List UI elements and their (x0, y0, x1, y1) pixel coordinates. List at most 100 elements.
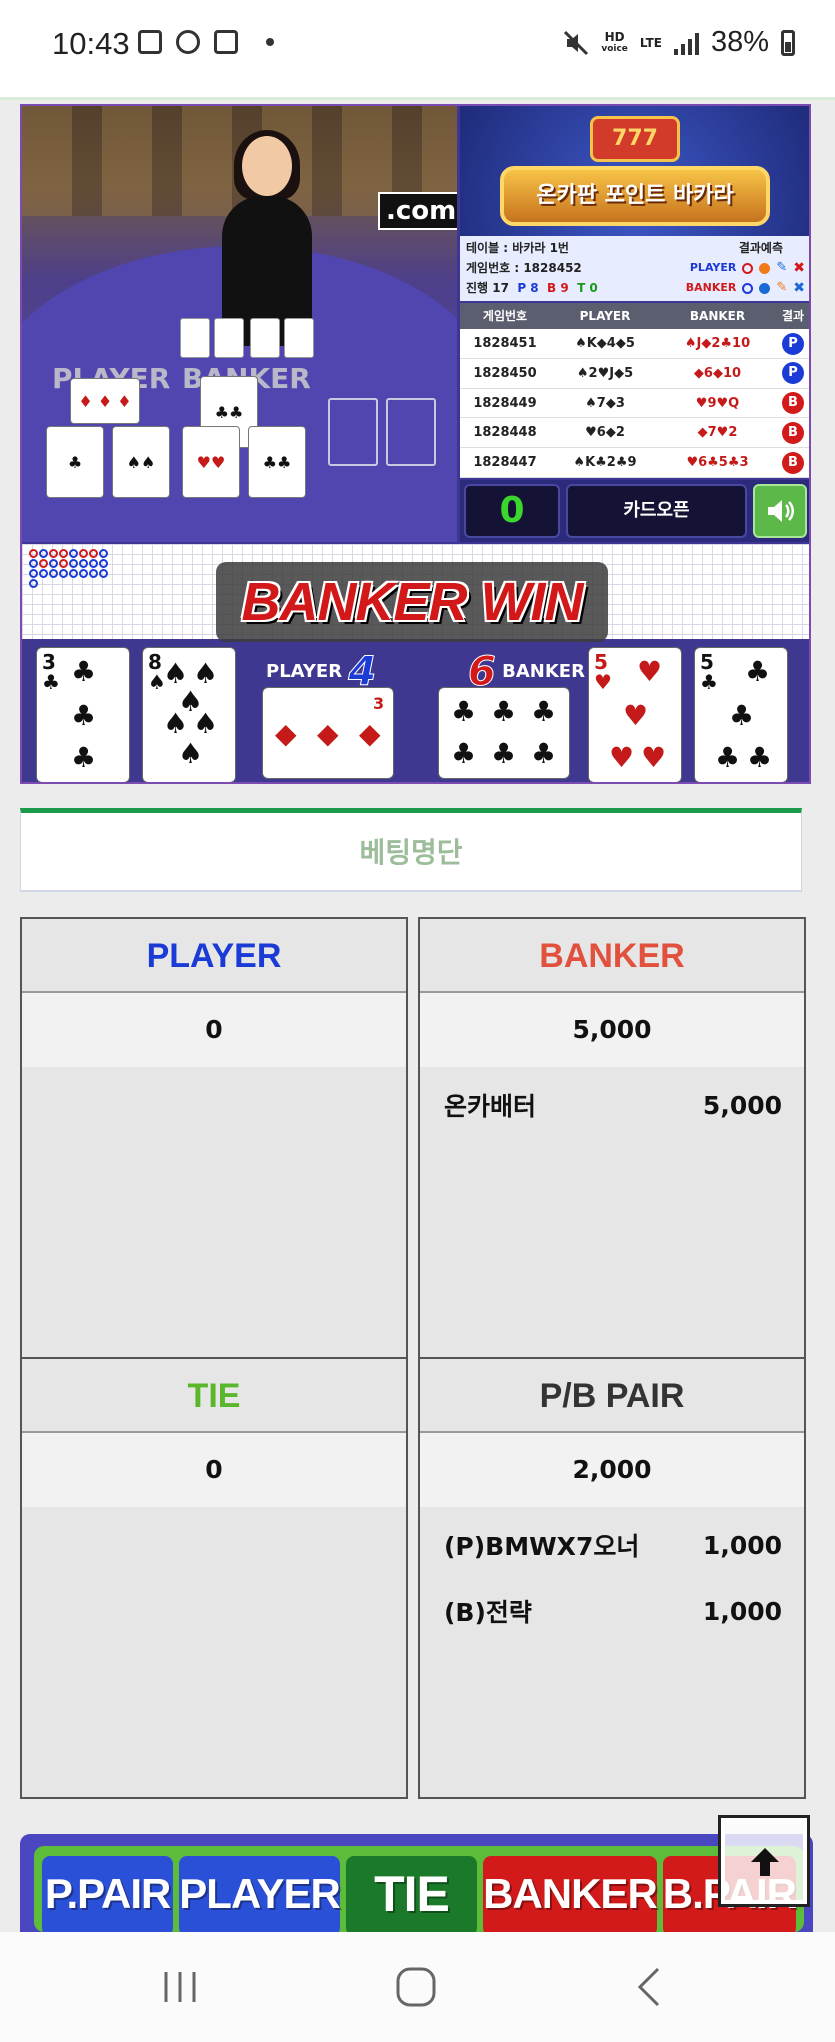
list-item: 온카배터 5,000 (420, 1067, 804, 1143)
podcast-icon (176, 30, 200, 54)
dealer-card (250, 318, 280, 358)
slot-machine-icon: 777 (590, 116, 680, 162)
panel-title: BANKER (420, 919, 804, 993)
card-count: 0 (464, 484, 560, 538)
panel-total: 2,000 (420, 1433, 804, 1507)
promo-title: 온카판 포인트 바카라 (500, 166, 770, 226)
win-banner: BANKER WIN (216, 562, 608, 642)
panel-total: 0 (22, 993, 406, 1067)
revealed-cards: 3 ♣ ♣ ♣ ♣ 8 ♠ ♠ ♠ ♠ ♠ ♠ ♠ PLAYER 4 ◆ ◆ ◆ 3… (22, 639, 809, 782)
bet-amount: 1,000 (702, 1596, 782, 1626)
home-icon (396, 1967, 436, 2007)
table-info: 테이블 : 바카라 1번 결과예측 게임번호 : 1828452 PLAYER … (460, 236, 809, 301)
status-bar: 10:43 HD voice LTE 38% (0, 0, 835, 100)
panel-total: 5,000 (420, 993, 804, 1067)
tie-bets-panel: TIE 0 (20, 1357, 408, 1799)
table-card: ♦ ♦ ♦ (70, 378, 140, 424)
circle-icon (742, 282, 754, 294)
banker-bets-panel: BANKER 5,000 온카배터 5,000 (418, 917, 806, 1359)
android-nav-bar (0, 1932, 835, 2042)
hd-voice-icon: HD voice (601, 29, 628, 54)
result-badge: P (782, 362, 804, 385)
bettor-name: 온카배터 (444, 1092, 537, 1121)
recent-apps-button[interactable] (150, 1962, 210, 2012)
tie-bet-button[interactable]: TIE (345, 1856, 478, 1932)
bet-button-bar: P.PAIR PLAYER TIE BANKER B.PAIR (20, 1834, 813, 1932)
panel-title: TIE (22, 1359, 406, 1433)
win-text: BANKER WIN (241, 572, 584, 632)
table-row: 1828451 ♠K◆4◆5 ♠J◆2♣10 P (460, 329, 809, 359)
panel-total: 0 (22, 1433, 406, 1507)
dealer-video: .com PLAYER BANKER ♦ ♦ ♦ ♣♣ ♣ ♠♠ ♥♥ ♣♣ (22, 106, 457, 542)
player-card-1: 3 ♣ ♣ ♣ ♣ (36, 647, 130, 782)
banker-prediction[interactable]: BANKER ✎ ✖ (686, 278, 805, 298)
more-notifications-icon (266, 38, 274, 46)
banker-bet-button[interactable]: BANKER (483, 1856, 658, 1932)
dot-icon (759, 282, 771, 294)
game-controls: 0 카드오픈 (460, 480, 809, 542)
dot-icon (759, 262, 771, 274)
result-badge: B (782, 392, 804, 415)
empty-card-slot (328, 398, 378, 466)
table-row: 1828450 ♠2♥J◆5 ◆6◆10 P (460, 359, 809, 389)
panel-title: P/B PAIR (420, 1359, 804, 1433)
table-card: ♣ (46, 426, 104, 498)
mute-icon (564, 30, 589, 55)
notification-icons (138, 30, 274, 54)
card-open-button[interactable]: 카드오픈 (566, 484, 747, 538)
scroll-top-button[interactable] (718, 1815, 810, 1907)
player-card-3: ◆ ◆ ◆ 3 (262, 687, 394, 779)
signal-icon (673, 31, 699, 55)
circle-icon (742, 262, 754, 274)
bet-amount: 5,000 (702, 1090, 782, 1120)
results-table: 게임번호 PLAYER BANKER 결과 1828451 ♠K◆4◆5 ♠J◆2♣… (460, 303, 809, 478)
table-row: 1828447 ♠K♣2♣9 ♥6♣5♣3 B (460, 448, 809, 478)
bettor-name: (B)전략 (444, 1598, 532, 1627)
arrow-up-icon (751, 1848, 779, 1876)
result-badge: B (782, 421, 804, 444)
road-markers (28, 548, 108, 588)
banker-card-3: 5 ♣ ♣ ♣ ♣ ♣ (694, 647, 788, 782)
x-icon: ✖ (793, 260, 805, 276)
pencil-icon: ✎ (776, 280, 788, 295)
empty-card-slot (386, 398, 436, 466)
list-item: (B)전략 1,000 (420, 1583, 804, 1639)
dealer-card (214, 318, 244, 358)
gallery-icon (214, 30, 238, 54)
bettor-name: (P)BMWX7오너 (444, 1532, 640, 1561)
dealer-card (284, 318, 314, 358)
progress-stats: 진행 17 P 8 B 9 T 0 (466, 281, 598, 295)
table-card: ♥♥ (182, 426, 240, 498)
player-bet-button[interactable]: PLAYER (179, 1856, 341, 1932)
sound-button[interactable] (753, 484, 807, 538)
banker-card-1: ♣ ♣ ♣ ♣ ♣ ♣ (438, 687, 570, 779)
table-card: ♠♠ (112, 426, 170, 498)
game-number: 게임번호 : 1828452 (466, 261, 582, 275)
dealer-card (180, 318, 210, 358)
speaker-icon (768, 500, 794, 522)
clock: 10:43 (52, 26, 130, 61)
home-button[interactable] (386, 1962, 446, 2012)
p-pair-button[interactable]: P.PAIR (42, 1856, 174, 1932)
results-header: 게임번호 PLAYER BANKER 결과 (460, 303, 809, 329)
battery-icon (781, 29, 795, 56)
bet-amount: 1,000 (702, 1530, 782, 1560)
table-row: 1828449 ♠7◆3 ♥9♥Q B (460, 389, 809, 419)
lte-icon: LTE (639, 35, 662, 50)
back-button[interactable] (618, 1962, 678, 2012)
list-item: (P)BMWX7오너 1,000 (420, 1507, 804, 1583)
pair-bets-panel: P/B PAIR 2,000 (P)BMWX7오너 1,000 (B)전략 1,… (418, 1357, 806, 1799)
baccarat-game-panel: .com PLAYER BANKER ♦ ♦ ♦ ♣♣ ♣ ♠♠ ♥♥ ♣♣ 7… (20, 104, 811, 784)
result-badge: B (782, 451, 804, 474)
video-logo: .com (378, 192, 457, 230)
calendar-icon (138, 30, 162, 54)
promo-panel: 777 온카판 포인트 바카라 테이블 : 바카라 1번 결과예측 게임번호 :… (460, 106, 809, 301)
player-prediction[interactable]: PLAYER ✎ ✖ (690, 258, 805, 278)
panel-title: PLAYER (22, 919, 406, 993)
back-icon (637, 1967, 660, 2007)
result-badge: P (782, 332, 804, 355)
pencil-icon: ✎ (776, 260, 788, 275)
prediction-label: 결과예측 (738, 241, 783, 255)
player-bets-panel: PLAYER 0 (20, 917, 408, 1359)
x-icon: ✖ (793, 280, 805, 296)
